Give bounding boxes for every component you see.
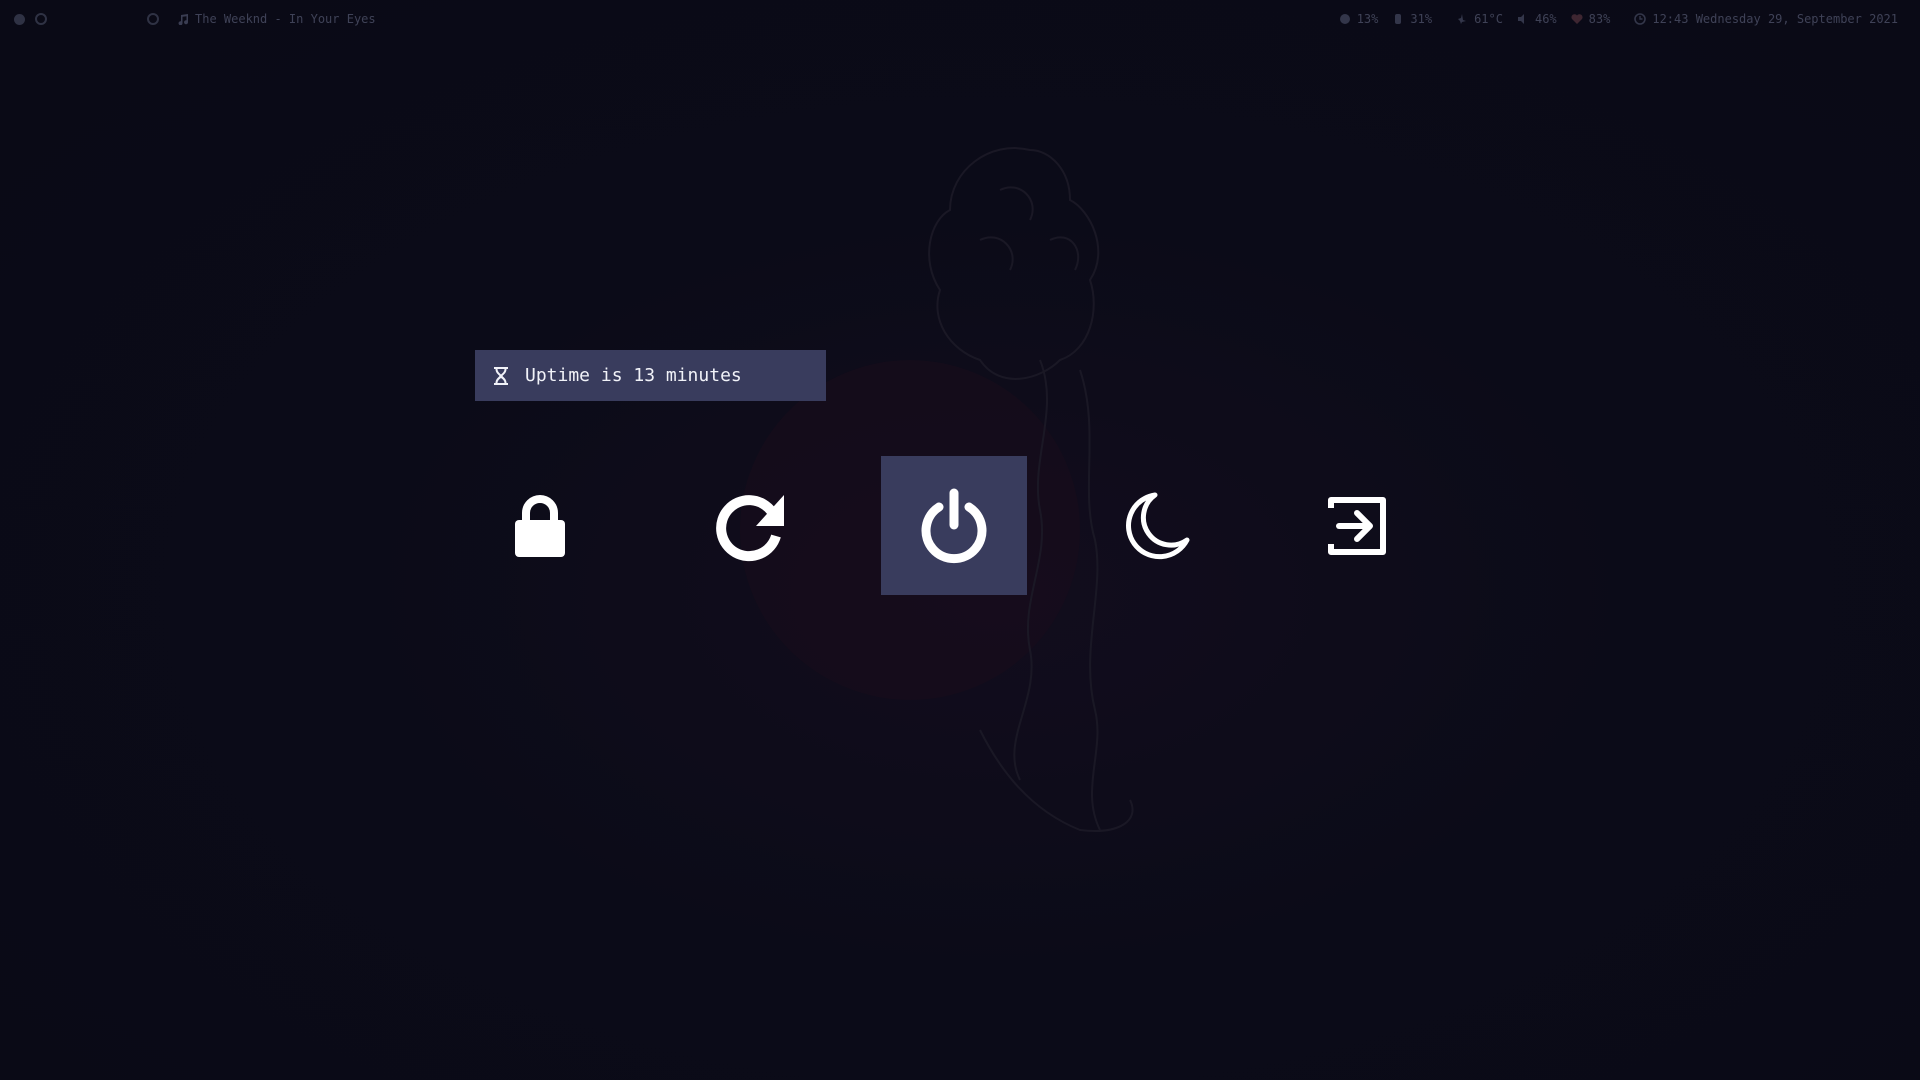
suspend-button[interactable] bbox=[1083, 456, 1229, 595]
logout-icon bbox=[1328, 496, 1386, 555]
reboot-icon bbox=[716, 494, 784, 561]
lock-button[interactable] bbox=[467, 456, 613, 595]
shutdown-button[interactable] bbox=[881, 456, 1027, 595]
moon-icon bbox=[1126, 492, 1190, 559]
power-icon bbox=[921, 488, 987, 563]
desktop: The Weeknd - In Your Eyes 13% 31% 61°C 4… bbox=[0, 0, 1920, 1080]
logout-button[interactable] bbox=[1284, 456, 1430, 595]
lock-icon bbox=[515, 494, 565, 557]
reboot-button[interactable] bbox=[679, 456, 825, 595]
power-menu bbox=[0, 0, 1920, 1080]
